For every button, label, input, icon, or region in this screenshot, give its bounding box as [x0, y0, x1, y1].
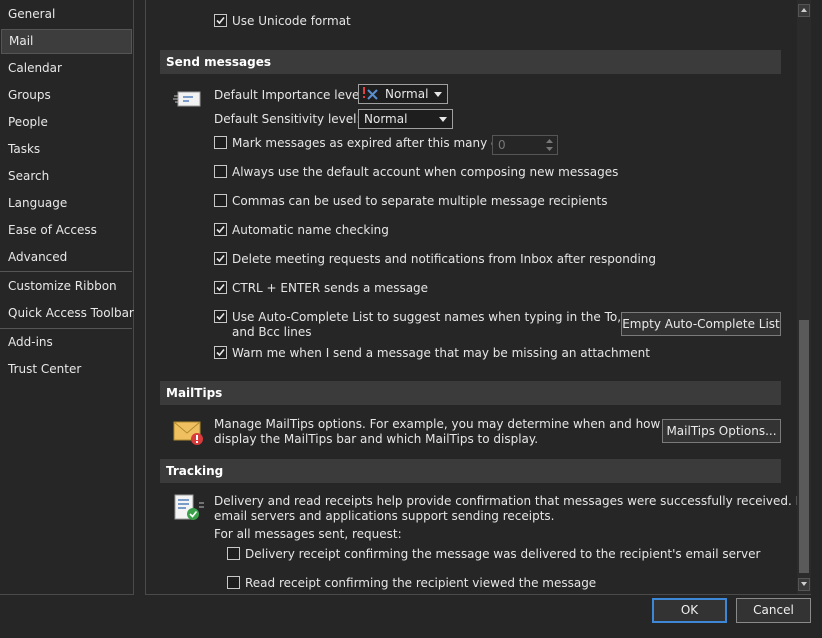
default-account-checkbox[interactable] — [214, 165, 227, 178]
mailtips-description-line2: display the MailTips bar and which MailT… — [214, 432, 539, 446]
nav-item-tasks[interactable]: Tasks — [1, 137, 132, 162]
checkmark-icon — [216, 348, 225, 357]
tracking-document-icon — [174, 494, 204, 520]
delete-meeting-requests-label: Delete meeting requests and notification… — [232, 252, 657, 266]
checkmark-icon — [216, 312, 225, 321]
ctrl-enter-sends-checkbox[interactable] — [214, 281, 227, 294]
default-account-label: Always use the default account when comp… — [232, 165, 619, 179]
use-unicode-checkbox[interactable] — [214, 14, 227, 27]
tracking-request-label: For all messages sent, request: — [214, 527, 402, 541]
empty-auto-complete-button[interactable]: Empty Auto-Complete List — [621, 312, 781, 336]
checkmark-icon — [216, 283, 225, 292]
nav-item-language[interactable]: Language — [1, 191, 132, 216]
nav-item-customize-ribbon[interactable]: Customize Ribbon — [1, 274, 132, 299]
chevron-down-icon — [434, 92, 442, 97]
sensitivity-level-dropdown[interactable]: Normal — [358, 109, 453, 129]
ok-button[interactable]: OK — [652, 598, 727, 623]
use-unicode-label: Use Unicode format — [232, 14, 351, 28]
cancel-button[interactable]: Cancel — [736, 598, 811, 623]
vertical-scrollbar[interactable] — [797, 0, 811, 594]
commas-separate-label: Commas can be used to separate multiple … — [232, 194, 608, 208]
nav-divider — [0, 271, 132, 272]
importance-icon — [363, 87, 378, 100]
mailtips-envelope-icon — [173, 421, 203, 445]
nav-item-search[interactable]: Search — [1, 164, 132, 189]
ctrl-enter-sends-option[interactable]: CTRL + ENTER sends a message — [214, 280, 514, 298]
importance-level-dropdown[interactable]: Normal — [358, 84, 448, 104]
send-envelope-icon — [173, 91, 201, 107]
mailtips-description-line1: Manage MailTips options. For example, yo… — [214, 417, 677, 431]
nav-item-quick-access-toolbar[interactable]: Quick Access Toolbar — [1, 301, 134, 326]
auto-complete-option[interactable]: Use Auto-Complete List to suggest names … — [214, 309, 644, 341]
nav-item-advanced[interactable]: Advanced — [1, 245, 132, 270]
checkmark-icon — [216, 254, 225, 263]
tracking-description-line2: email servers and applications support s… — [214, 509, 555, 523]
read-receipt-option[interactable]: Read receipt confirming the recipient vi… — [227, 575, 627, 593]
use-unicode-option[interactable]: Use Unicode format — [214, 13, 514, 31]
mail-options-panel: Use Unicode format Send messages Default… — [145, 0, 811, 595]
auto-complete-label-line2: and Bcc lines — [232, 325, 312, 339]
expire-days-value: 0 — [498, 138, 506, 152]
scrollbar-thumb[interactable] — [799, 320, 809, 573]
automatic-name-checking-label: Automatic name checking — [232, 223, 389, 237]
auto-complete-checkbox[interactable] — [214, 310, 227, 323]
automatic-name-checking-checkbox[interactable] — [214, 223, 227, 236]
delivery-receipt-option[interactable]: Delivery receipt confirming the message … — [227, 546, 760, 564]
sensitivity-level-value: Normal — [364, 112, 408, 126]
chevron-down-icon — [439, 117, 447, 122]
auto-complete-label: Use Auto-Complete List to suggest names … — [232, 310, 644, 324]
checkmark-icon — [216, 16, 225, 25]
missing-attachment-warning-option[interactable]: Warn me when I send a message that may b… — [214, 345, 674, 363]
delivery-receipt-label: Delivery receipt confirming the message … — [245, 547, 761, 561]
nav-item-ease-of-access[interactable]: Ease of Access — [1, 218, 132, 243]
nav-item-add-ins[interactable]: Add-ins — [1, 330, 132, 355]
checkmark-icon — [216, 225, 225, 234]
mark-expired-option[interactable]: Mark messages as expired after this many… — [214, 135, 523, 153]
importance-level-value: Normal — [385, 87, 429, 101]
sensitivity-level-label: Default Sensitivity level: — [214, 112, 361, 126]
nav-item-people[interactable]: People — [1, 110, 132, 135]
delete-meeting-requests-checkbox[interactable] — [214, 252, 227, 265]
delete-meeting-requests-option[interactable]: Delete meeting requests and notification… — [214, 251, 674, 269]
send-messages-header: Send messages — [160, 50, 781, 74]
scroll-up-arrow-icon[interactable] — [798, 4, 810, 17]
expire-days-spinner[interactable]: 0 — [492, 135, 558, 155]
spinner-arrows-icon — [546, 139, 553, 151]
scroll-down-arrow-icon[interactable] — [798, 578, 810, 591]
mark-expired-label: Mark messages as expired after this many… — [232, 136, 524, 150]
nav-divider — [0, 328, 132, 329]
nav-item-general[interactable]: General — [1, 2, 132, 27]
nav-item-calendar[interactable]: Calendar — [1, 56, 132, 81]
tracking-header: Tracking — [160, 459, 781, 483]
ctrl-enter-sends-label: CTRL + ENTER sends a message — [232, 281, 429, 295]
commas-separate-checkbox[interactable] — [214, 194, 227, 207]
nav-item-trust-center[interactable]: Trust Center — [1, 357, 132, 382]
read-receipt-label: Read receipt confirming the recipient vi… — [245, 576, 597, 590]
default-account-option[interactable]: Always use the default account when comp… — [214, 164, 634, 182]
options-navigation: General Mail Calendar Groups People Task… — [0, 0, 134, 595]
tracking-description-line1: Delivery and read receipts help provide … — [214, 494, 811, 508]
delivery-receipt-checkbox[interactable] — [227, 547, 240, 560]
mark-expired-checkbox[interactable] — [214, 136, 227, 149]
mailtips-options-button[interactable]: MailTips Options... — [662, 419, 781, 443]
nav-item-mail[interactable]: Mail — [1, 29, 132, 54]
missing-attachment-warning-checkbox[interactable] — [214, 346, 227, 359]
automatic-name-checking-option[interactable]: Automatic name checking — [214, 222, 514, 240]
read-receipt-checkbox[interactable] — [227, 576, 240, 589]
missing-attachment-warning-label: Warn me when I send a message that may b… — [232, 346, 650, 360]
nav-item-groups[interactable]: Groups — [1, 83, 132, 108]
commas-separate-option[interactable]: Commas can be used to separate multiple … — [214, 193, 634, 211]
mailtips-header: MailTips — [160, 381, 781, 405]
importance-level-label: Default Importance level: — [214, 88, 367, 102]
